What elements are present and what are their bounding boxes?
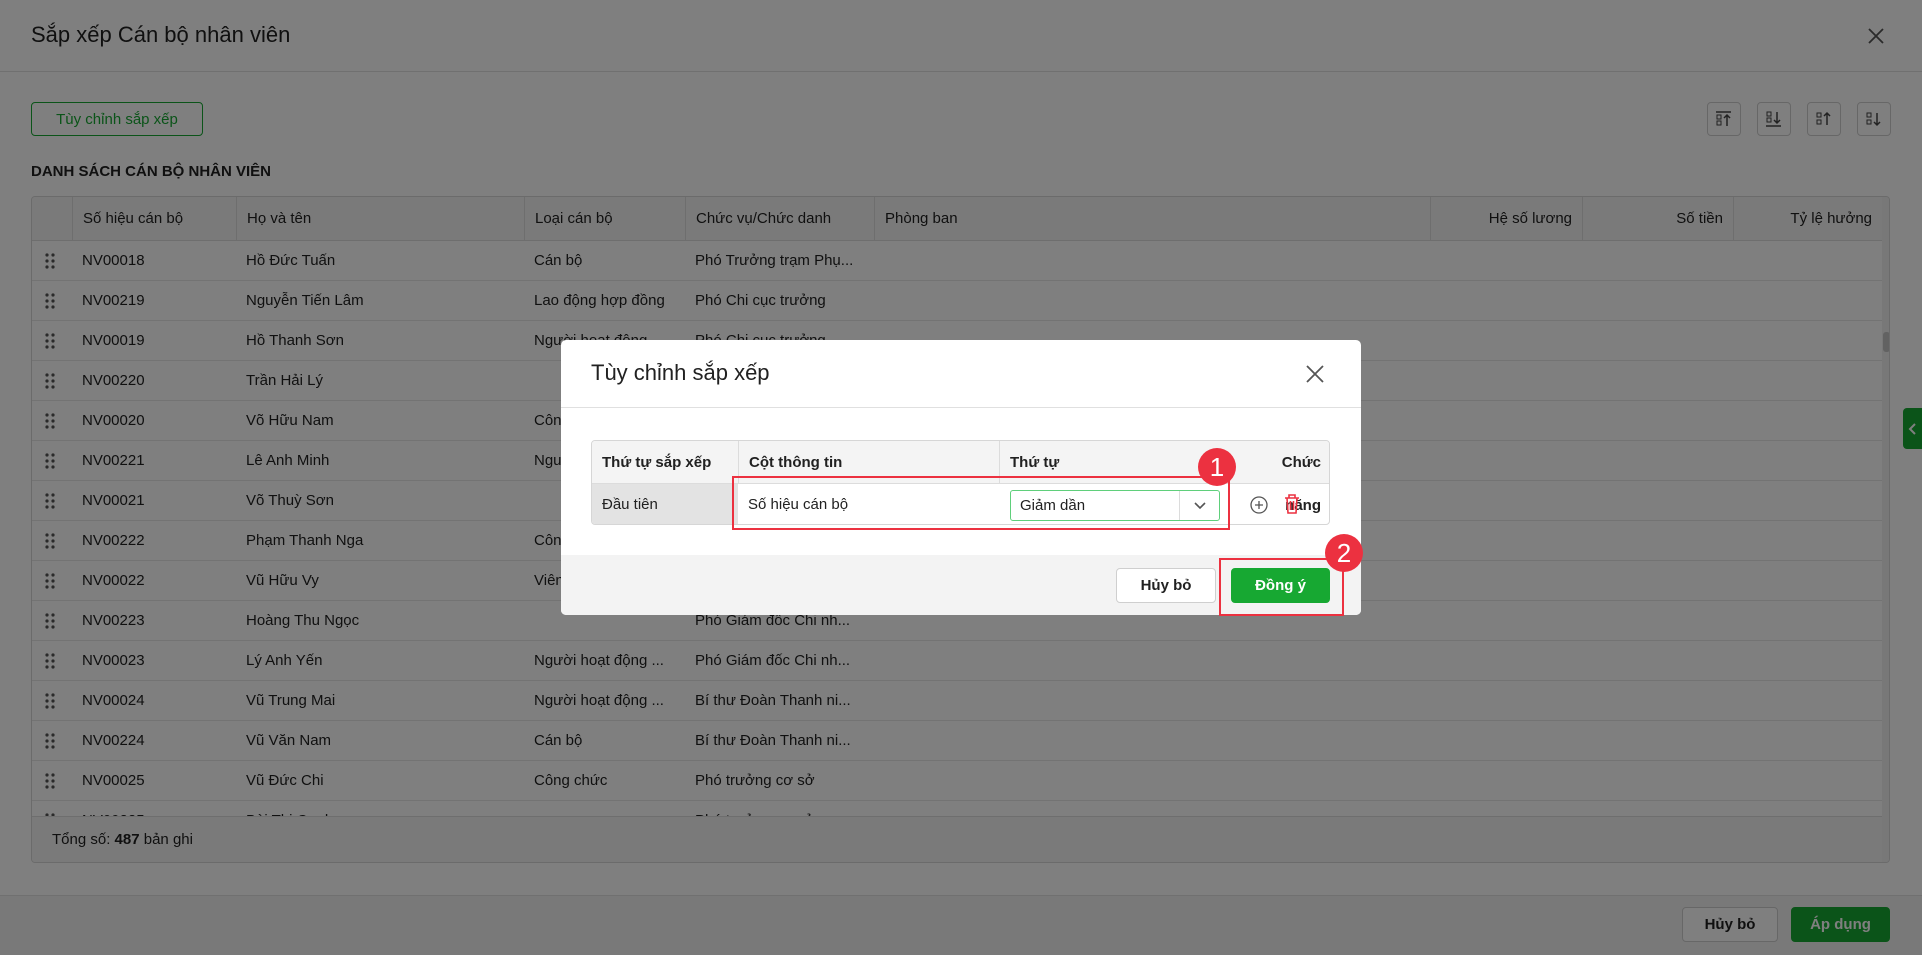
dialog-title: Tùy chỉnh sắp xếp	[591, 360, 770, 385]
delete-icon[interactable]	[1282, 493, 1302, 515]
dialog-divider	[561, 407, 1361, 408]
step-badge-2: 2	[1325, 534, 1363, 572]
column-header: Chức năng	[1234, 441, 1329, 514]
close-icon[interactable]	[1303, 362, 1327, 386]
sort-order-cell: Đầu tiên	[592, 484, 738, 524]
dialog-cancel-button[interactable]: Hủy bỏ	[1116, 568, 1216, 603]
column-header: Thứ tự sắp xếp	[592, 441, 738, 484]
step-badge-1: 1	[1198, 448, 1236, 486]
add-icon[interactable]	[1249, 495, 1269, 515]
highlight-box-step-2	[1219, 558, 1344, 616]
highlight-box-step-1	[732, 476, 1230, 530]
